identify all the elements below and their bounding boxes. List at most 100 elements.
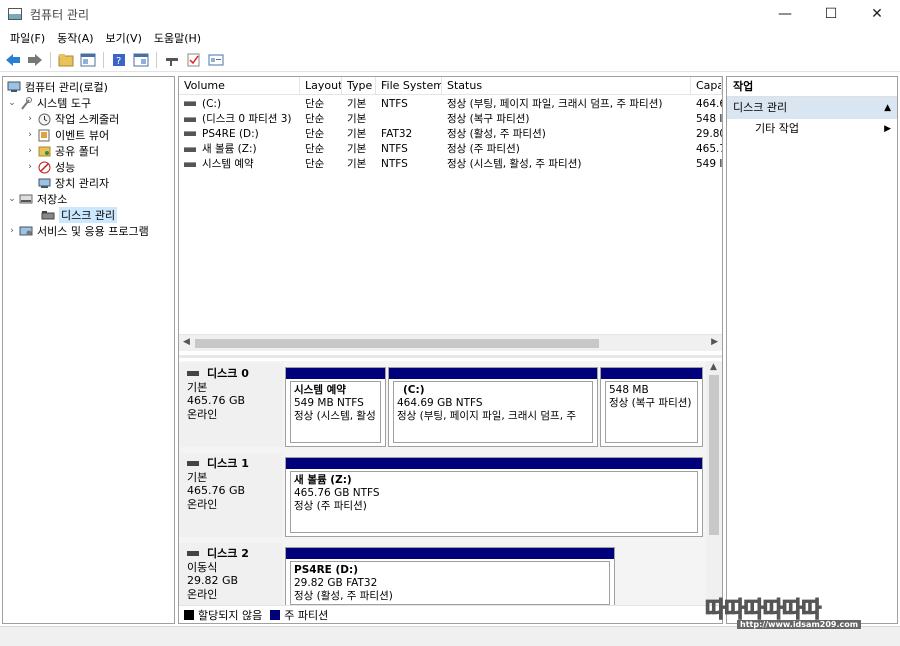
volume-icon: [184, 161, 196, 167]
console-icon[interactable]: [132, 51, 150, 69]
scroll-right-icon[interactable]: ▶: [711, 337, 718, 347]
partition-system-reserved[interactable]: 시스템 예약 549 MB NTFS 정상 (시스템, 활성: [285, 367, 386, 447]
toolbar-divider: [103, 51, 104, 68]
col-status[interactable]: Status: [442, 77, 691, 95]
table-row[interactable]: (C:) 단순 기본 NTFS 정상 (부팅, 페이지 파일, 크래시 덤프, …: [179, 96, 722, 111]
chevron-down-icon[interactable]: ⌄: [7, 194, 17, 204]
partition-recovery[interactable]: 548 MB 정상 (복구 파티션): [600, 367, 703, 447]
chevron-right-icon[interactable]: ›: [25, 146, 35, 156]
connect-icon[interactable]: [163, 51, 181, 69]
col-type[interactable]: Type: [342, 77, 376, 95]
actions-section-disk-management[interactable]: 디스크 관리 ▲: [727, 97, 897, 119]
services-icon: [19, 225, 33, 238]
tree-item-storage[interactable]: ⌄ 저장소: [7, 191, 67, 207]
disk-icon: [187, 461, 199, 467]
forward-icon[interactable]: [26, 51, 44, 69]
folder-icon[interactable]: [57, 51, 75, 69]
col-file-system[interactable]: File System: [376, 77, 442, 95]
chevron-right-icon[interactable]: ›: [25, 114, 35, 124]
partition-bar: [601, 368, 702, 379]
disk-icon: [187, 371, 199, 377]
partition-d[interactable]: PS4RE (D:) 29.82 GB FAT32 정상 (활성, 주 파티션): [285, 547, 615, 609]
table-row[interactable]: 시스템 예약 단순 기본 NTFS 정상 (시스템, 활성, 주 파티션) 54…: [179, 156, 722, 171]
partition-bar: [286, 548, 614, 559]
chevron-right-icon[interactable]: ›: [25, 130, 35, 140]
toolbar-divider: [156, 51, 157, 68]
settings-icon[interactable]: [207, 51, 225, 69]
tree-item-device-manager[interactable]: 장치 관리자: [35, 175, 109, 191]
partition-bar: [286, 458, 702, 469]
tree-item-shared-folders[interactable]: › 공유 폴더: [25, 143, 99, 159]
menu-help[interactable]: 도움말(H): [148, 30, 207, 46]
tree-item-system-tools[interactable]: ⌄ 시스템 도구: [7, 95, 91, 111]
help-icon[interactable]: ?: [110, 51, 128, 69]
chevron-right-icon[interactable]: ›: [25, 162, 35, 172]
tree-item-task-scheduler[interactable]: › 작업 스케줄러: [25, 111, 119, 127]
event-viewer-icon: [37, 129, 51, 142]
disk-2-label[interactable]: 디스크 2 이동식 29.82 GB 온라인: [179, 543, 283, 605]
window-title: 컴퓨터 관리: [30, 7, 90, 22]
chevron-right-icon[interactable]: ›: [7, 226, 17, 236]
disk-graphical-view: 디스크 0 기본 465.76 GB 온라인 시스템 예약 549 MB NTF…: [179, 361, 722, 623]
watermark-logo: 따따따따따따 http://www.idsam209.com: [705, 592, 885, 638]
menu-view[interactable]: 보기(V): [100, 30, 148, 46]
chevron-down-icon[interactable]: ⌄: [7, 98, 17, 108]
disk-0-label[interactable]: 디스크 0 기본 465.76 GB 온라인: [179, 363, 283, 447]
collapse-icon[interactable]: ▲: [884, 97, 891, 119]
unallocated-swatch: [184, 609, 194, 620]
minimize-button[interactable]: —: [762, 0, 808, 28]
window-controls: — ☐ ✕: [762, 0, 900, 28]
volume-icon: [184, 131, 196, 136]
disk-management-icon: [41, 209, 55, 222]
tree-item-event-viewer[interactable]: › 이벤트 뷰어: [25, 127, 109, 143]
table-row[interactable]: PS4RE (D:) 단순 기본 FAT32 정상 (활성, 주 파티션) 29…: [179, 126, 722, 141]
menu-action[interactable]: 동작(A): [51, 30, 99, 46]
table-row[interactable]: 새 볼륨 (Z:) 단순 기본 NTFS 정상 (주 파티션) 465.7: [179, 141, 722, 156]
tree-item-services-apps[interactable]: › 서비스 및 응용 프로그램: [7, 223, 149, 239]
legend: 할당되지 않음 주 파티션: [179, 605, 722, 623]
vertical-scrollbar[interactable]: ▲: [706, 361, 722, 623]
actions-more[interactable]: 기타 작업 ▶: [727, 119, 897, 139]
col-layout[interactable]: Layout: [300, 77, 342, 95]
tools-icon: [19, 96, 33, 110]
volume-icon: [184, 146, 196, 152]
volume-icon: [184, 116, 196, 122]
partition-z[interactable]: 새 볼륨 (Z:) 465.76 GB NTFS 정상 (주 파티션): [285, 457, 703, 537]
partition-bar: [389, 368, 597, 379]
close-button[interactable]: ✕: [854, 0, 900, 28]
disk-management-panel: Volume Layout Type File System Status Ca…: [178, 76, 723, 624]
tree-item-disk-management[interactable]: 디스크 관리: [39, 207, 118, 223]
tree-item-performance[interactable]: › 성능: [25, 159, 75, 175]
navigation-tree: 컴퓨터 관리(로컬) ⌄ 시스템 도구 › 작업 스케줄러 › 이벤트 뷰어 ›…: [2, 76, 175, 624]
tree-item-root[interactable]: 컴퓨터 관리(로컬): [5, 79, 108, 95]
disk-1-label[interactable]: 디스크 1 기본 465.76 GB 온라인: [179, 453, 283, 537]
col-capacity[interactable]: Capa: [691, 77, 722, 95]
title-bar: 컴퓨터 관리 — ☐ ✕: [0, 0, 900, 28]
scroll-left-icon[interactable]: ◀: [183, 337, 190, 347]
scrollbar-thumb[interactable]: [195, 339, 599, 348]
volume-table-header: Volume Layout Type File System Status Ca…: [179, 77, 722, 95]
legend-primary: 주 파티션: [284, 608, 329, 622]
maximize-button[interactable]: ☐: [808, 0, 854, 28]
svg-text:?: ?: [116, 56, 121, 67]
pane-splitter[interactable]: [179, 355, 722, 358]
scroll-up-icon[interactable]: ▲: [710, 362, 717, 372]
volume-icon: [184, 101, 196, 106]
check-icon[interactable]: [185, 51, 203, 69]
clock-icon: [37, 113, 51, 126]
horizontal-scrollbar[interactable]: ◀ ▶: [179, 334, 722, 351]
partition-c[interactable]: (C:) 464.69 GB NTFS 정상 (부팅, 페이지 파일, 크래시 …: [388, 367, 598, 447]
scrollbar-thumb[interactable]: [709, 375, 719, 535]
table-row[interactable]: (디스크 0 파티션 3) 단순 기본 정상 (복구 파티션) 548 I: [179, 111, 722, 126]
partition-bar: [286, 368, 385, 379]
submenu-arrow-icon: ▶: [884, 124, 891, 134]
properties-icon[interactable]: [79, 51, 97, 69]
primary-swatch: [270, 609, 281, 620]
back-icon[interactable]: [4, 51, 22, 69]
menu-file[interactable]: 파일(F): [4, 30, 51, 46]
performance-icon: [37, 161, 51, 174]
device-manager-icon: [37, 177, 51, 190]
disk-icon: [187, 551, 199, 557]
shared-folder-icon: [37, 145, 51, 158]
col-volume[interactable]: Volume: [179, 77, 300, 95]
